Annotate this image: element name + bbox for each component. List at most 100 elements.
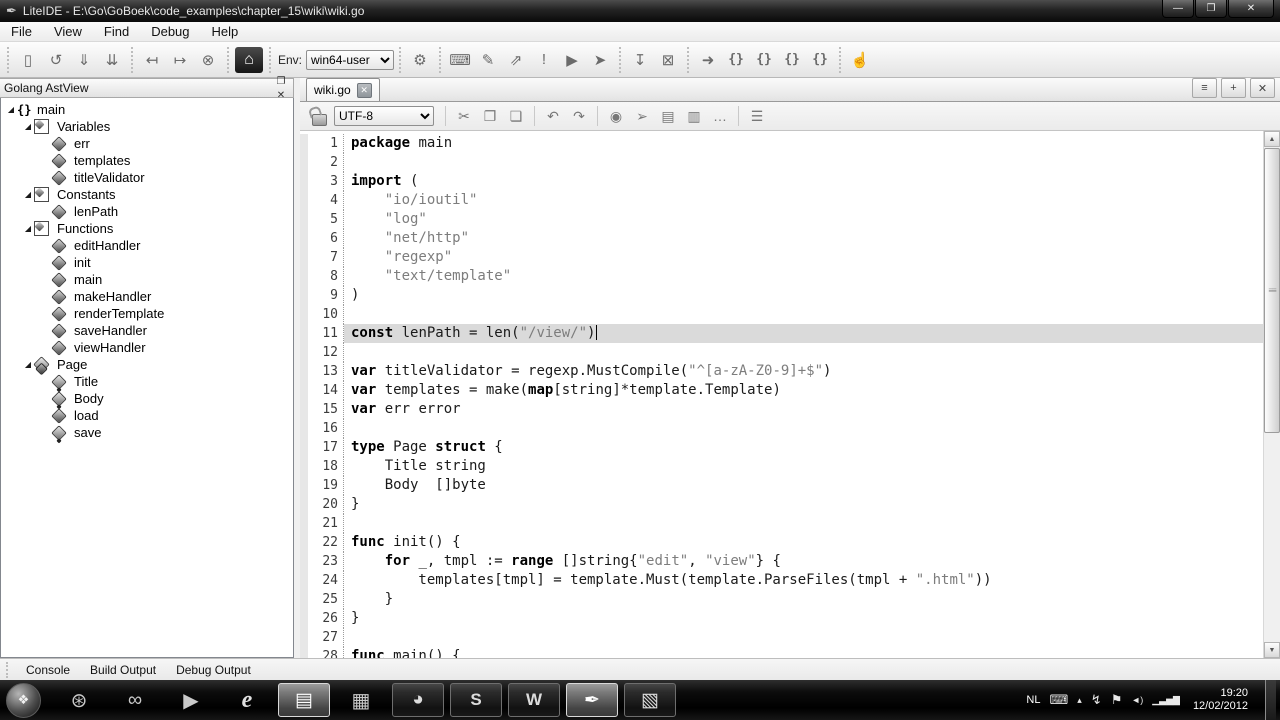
expand-arrow-icon[interactable]: ◢	[22, 224, 34, 233]
tree-item-Variables[interactable]: ◢Variables	[1, 118, 293, 135]
code-text[interactable]: package main	[344, 134, 1263, 153]
minimize-button[interactable]: —	[1162, 0, 1194, 18]
code-editor[interactable]: 1package main23import (4 "io/ioutil"5 "l…	[300, 131, 1263, 658]
float-panel-icon[interactable]: ❐	[273, 74, 289, 88]
tree-item-save[interactable]: save	[1, 424, 293, 441]
remove-braces-icon[interactable]: {}	[807, 47, 833, 73]
breakpoint-gutter[interactable]	[300, 628, 308, 647]
breakpoint-gutter[interactable]	[300, 533, 308, 552]
code-line[interactable]: 19 Body []byte	[300, 476, 1263, 495]
code-text[interactable]: func init() {	[344, 533, 1263, 552]
undo-icon[interactable]: ↶	[541, 104, 565, 128]
windows-explorer-icon[interactable]: ▤	[278, 683, 330, 717]
code-line[interactable]: 3import (	[300, 172, 1263, 191]
tree-item-Functions[interactable]: ◢Functions	[1, 220, 293, 237]
code-line[interactable]: 2	[300, 153, 1263, 172]
code-text[interactable]: }	[344, 590, 1263, 609]
code-line[interactable]: 14var templates = make(map[string]*templ…	[300, 381, 1263, 400]
tree-item-err[interactable]: err	[1, 135, 293, 152]
menu-item-help[interactable]: Help	[201, 22, 250, 41]
save-all-icon[interactable]: ⇊	[99, 47, 125, 73]
breakpoint-gutter[interactable]	[300, 267, 308, 286]
keyboard-icon[interactable]: ⌨	[1049, 692, 1068, 708]
code-line[interactable]: 28func main() {	[300, 647, 1263, 658]
media-player-icon[interactable]: ▶	[163, 682, 219, 718]
breakpoint-gutter[interactable]	[300, 210, 308, 229]
code-text[interactable]: var titleValidator = regexp.MustCompile(…	[344, 362, 1263, 381]
breakpoint-gutter[interactable]	[300, 362, 308, 381]
tree-item-Title[interactable]: Title	[1, 373, 293, 390]
print-preview-icon[interactable]: ▥	[682, 104, 706, 128]
tree-item-editHandler[interactable]: editHandler	[1, 237, 293, 254]
tab-list-icon[interactable]: ≡	[1192, 78, 1217, 98]
code-line[interactable]: 22func init() {	[300, 533, 1263, 552]
scroll-down-icon[interactable]: ▼	[1264, 642, 1280, 658]
start-button[interactable]: ❖	[6, 683, 41, 718]
tab-wiki-go[interactable]: wiki.go ✕	[306, 78, 380, 101]
code-line[interactable]: 16	[300, 419, 1263, 438]
breakpoint-gutter[interactable]	[300, 400, 308, 419]
code-text[interactable]: "regexp"	[344, 248, 1263, 267]
options-gear-icon[interactable]: ⚙	[407, 47, 433, 73]
breakpoint-gutter[interactable]	[300, 286, 308, 305]
stop-icon[interactable]: !	[531, 47, 557, 73]
fold-icon[interactable]: {}	[751, 47, 777, 73]
paste-icon[interactable]: ❏	[504, 104, 528, 128]
menu-item-file[interactable]: File	[0, 22, 43, 41]
code-text[interactable]: type Page struct {	[344, 438, 1263, 457]
code-text[interactable]	[344, 343, 1263, 362]
expand-arrow-icon[interactable]: ◢	[22, 122, 34, 131]
code-text[interactable]: "log"	[344, 210, 1263, 229]
output-tab-debug-output[interactable]: Debug Output	[166, 661, 261, 679]
edit-build-icon[interactable]: ✎	[475, 47, 501, 73]
print-icon[interactable]: ▤	[656, 104, 680, 128]
close-file-icon[interactable]: ⊗	[195, 47, 221, 73]
photo-viewer-icon[interactable]: ▧	[624, 683, 676, 717]
code-line[interactable]: 7 "regexp"	[300, 248, 1263, 267]
hidden-icons-icon[interactable]: ▴	[1077, 695, 1082, 706]
word-icon[interactable]: W	[508, 683, 560, 717]
menu-item-view[interactable]: View	[43, 22, 93, 41]
insert-braces-icon[interactable]: {}	[723, 47, 749, 73]
install-icon[interactable]: ⇗	[503, 47, 529, 73]
tree-item-makeHandler[interactable]: makeHandler	[1, 288, 293, 305]
tree-item-lenPath[interactable]: lenPath	[1, 203, 293, 220]
more-icon[interactable]: …	[708, 104, 732, 128]
breakpoint-gutter[interactable]	[300, 438, 308, 457]
breakpoint-gutter[interactable]	[300, 552, 308, 571]
breakpoint-gutter[interactable]	[300, 514, 308, 533]
globe-app-icon[interactable]: ⊛	[51, 682, 107, 718]
code-text[interactable]: "net/http"	[344, 229, 1263, 248]
run-file-icon[interactable]: ➤	[587, 47, 613, 73]
code-text[interactable]: import (	[344, 172, 1263, 191]
back-file-icon[interactable]: ↤	[139, 47, 165, 73]
breakpoint-gutter[interactable]	[300, 153, 308, 172]
output-tab-console[interactable]: Console	[16, 661, 80, 679]
tree-item-Page[interactable]: ◢Page	[1, 356, 293, 373]
code-text[interactable]: "io/ioutil"	[344, 191, 1263, 210]
code-line[interactable]: 23 for _, tmpl := range []string{"edit",…	[300, 552, 1263, 571]
code-line[interactable]: 8 "text/template"	[300, 267, 1263, 286]
calculator-icon[interactable]: ▦	[333, 682, 389, 718]
internet-explorer-icon[interactable]: e	[219, 682, 275, 718]
word-wrap-icon[interactable]: ☰	[745, 104, 769, 128]
lock-icon[interactable]	[307, 104, 331, 128]
code-text[interactable]: var templates = make(map[string]*templat…	[344, 381, 1263, 400]
expand-arrow-icon[interactable]: ◢	[22, 190, 34, 199]
code-line[interactable]: 5 "log"	[300, 210, 1263, 229]
breakpoint-gutter[interactable]	[300, 571, 308, 590]
volume-icon[interactable]: ◄)	[1131, 695, 1143, 705]
tree-item-titleValidator[interactable]: titleValidator	[1, 169, 293, 186]
tree-item-viewHandler[interactable]: viewHandler	[1, 339, 293, 356]
taskbar-clock[interactable]: 19:20 12/02/2012	[1193, 687, 1248, 713]
scroll-up-icon[interactable]: ▲	[1264, 131, 1280, 147]
tree-item-init[interactable]: init	[1, 254, 293, 271]
reload-file-icon[interactable]: ↺	[43, 47, 69, 73]
run-icon[interactable]: ▶	[559, 47, 585, 73]
infinity-app-icon[interactable]: ∞	[107, 682, 163, 718]
tree-item-load[interactable]: load	[1, 407, 293, 424]
unfold-icon[interactable]: {}	[779, 47, 805, 73]
breakpoint-gutter[interactable]	[300, 172, 308, 191]
code-text[interactable]	[344, 628, 1263, 647]
save-file-icon[interactable]: ⇓	[71, 47, 97, 73]
